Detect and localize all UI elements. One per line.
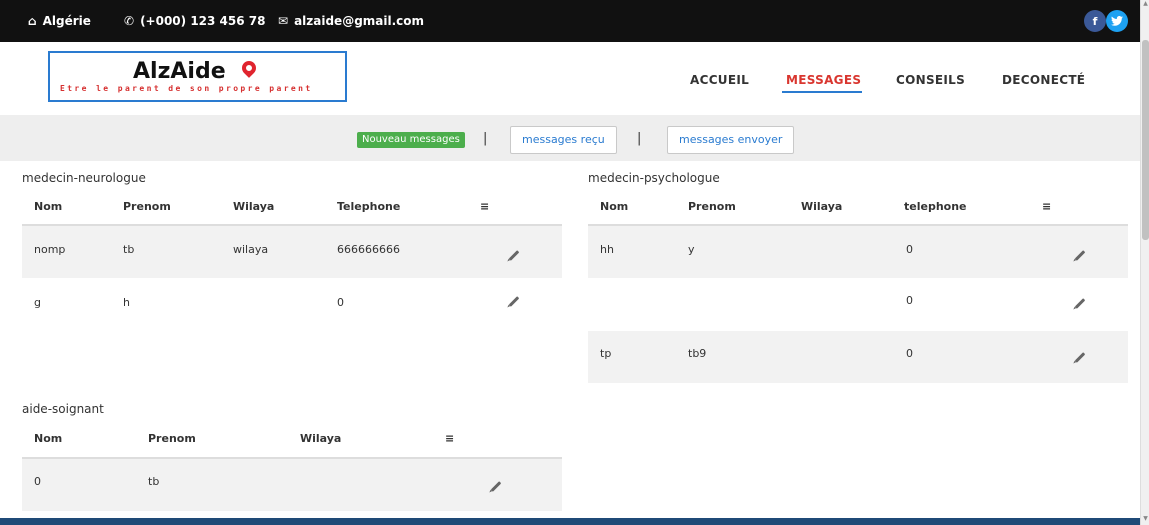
twitter-icon[interactable]: [1106, 10, 1128, 32]
cell-telephone: 0: [906, 243, 913, 256]
sent-messages-button[interactable]: messages envoyer: [667, 126, 795, 154]
page: ⌂ Algérie ✆ (+000) 123 456 78 ✉ alzaide@…: [0, 0, 1149, 525]
cell-telephone: 666666666: [337, 243, 400, 256]
phone-icon: ✆: [124, 14, 135, 28]
email-info[interactable]: ✉ alzaide@gmail.com: [278, 14, 424, 28]
table-row: [588, 331, 1128, 383]
pencil-icon[interactable]: [1074, 298, 1086, 309]
column-header: Nom: [34, 200, 63, 213]
top-bar: ⌂ Algérie ✆ (+000) 123 456 78 ✉ alzaide@…: [0, 0, 1140, 42]
column-header: Prenom: [148, 432, 196, 445]
site-logo[interactable]: AlzAide Etre le parent de son propre par…: [48, 51, 347, 102]
column-header: Prenom: [688, 200, 736, 213]
menu-icon: ≡: [445, 432, 455, 445]
scroll-up-icon[interactable]: ▲: [1141, 0, 1149, 10]
cell-telephone: 0: [337, 296, 344, 309]
column-header: Wilaya: [801, 200, 843, 213]
cell-telephone: 0: [906, 347, 913, 360]
psycho-table-title: medecin-psychologue: [588, 171, 720, 185]
social-links: f: [1084, 10, 1128, 32]
column-header: Nom: [34, 432, 63, 445]
cell-wilaya: wilaya: [233, 243, 269, 256]
column-header: Telephone: [337, 200, 401, 213]
scroll-down-icon[interactable]: ▼: [1141, 515, 1149, 525]
cell-prenom: tb9: [688, 347, 707, 360]
logo-title: AlzAide: [133, 59, 226, 84]
nav-active-underline: [782, 91, 862, 93]
column-header: Prenom: [123, 200, 171, 213]
column-header: telephone: [904, 200, 967, 213]
scrollbar-thumb[interactable]: [1142, 40, 1149, 240]
page-scrollbar[interactable]: ▲ ▼: [1140, 0, 1149, 525]
phone-label: (+000) 123 456 78: [140, 14, 266, 28]
cell-prenom: tb: [123, 243, 135, 256]
column-header: Nom: [600, 200, 629, 213]
nav-accueil[interactable]: ACCUEIL: [690, 73, 749, 87]
menu-icon: ≡: [480, 200, 490, 213]
nav-conseils[interactable]: CONSEILS: [896, 73, 965, 87]
column-header: Wilaya: [233, 200, 275, 213]
cell-nom: 0: [34, 475, 41, 488]
separator: |: [637, 131, 642, 146]
logo-tagline: Etre le parent de son propre parent: [60, 84, 313, 93]
cell-telephone: 0: [906, 294, 913, 307]
cell-nom: hh: [600, 243, 614, 256]
nav-messages[interactable]: MESSAGES: [786, 73, 861, 87]
nav-deconnecte[interactable]: DECONECTÉ: [1002, 73, 1085, 87]
taskbar-strip: [0, 518, 1140, 525]
cell-prenom: h: [123, 296, 130, 309]
home-icon: ⌂: [28, 14, 37, 28]
table-row: [22, 459, 562, 511]
pencil-icon[interactable]: [508, 296, 520, 307]
new-messages-button[interactable]: Nouveau messages: [357, 132, 465, 148]
cell-nom: tp: [600, 347, 612, 360]
cell-prenom: y: [688, 243, 695, 256]
cell-nom: g: [34, 296, 41, 309]
phone-info: ✆ (+000) 123 456 78: [124, 14, 265, 28]
separator: |: [483, 131, 488, 146]
column-header: Wilaya: [300, 432, 342, 445]
received-messages-button[interactable]: messages reçu: [510, 126, 617, 154]
mail-icon: ✉: [278, 14, 289, 28]
menu-icon: ≡: [1042, 200, 1052, 213]
table-row: [588, 226, 1128, 278]
cell-nom: nomp: [34, 243, 66, 256]
table-row: [22, 226, 562, 278]
facebook-icon[interactable]: f: [1084, 10, 1106, 32]
country-label: Algérie: [42, 14, 91, 28]
map-pin-icon: [239, 58, 259, 78]
neuro-table-title: medecin-neurologue: [22, 171, 146, 185]
country-info: ⌂ Algérie: [28, 14, 91, 28]
email-label[interactable]: alzaide@gmail.com: [294, 14, 424, 28]
aide-table-title: aide-soignant: [22, 402, 104, 416]
cell-prenom: tb: [148, 475, 160, 488]
